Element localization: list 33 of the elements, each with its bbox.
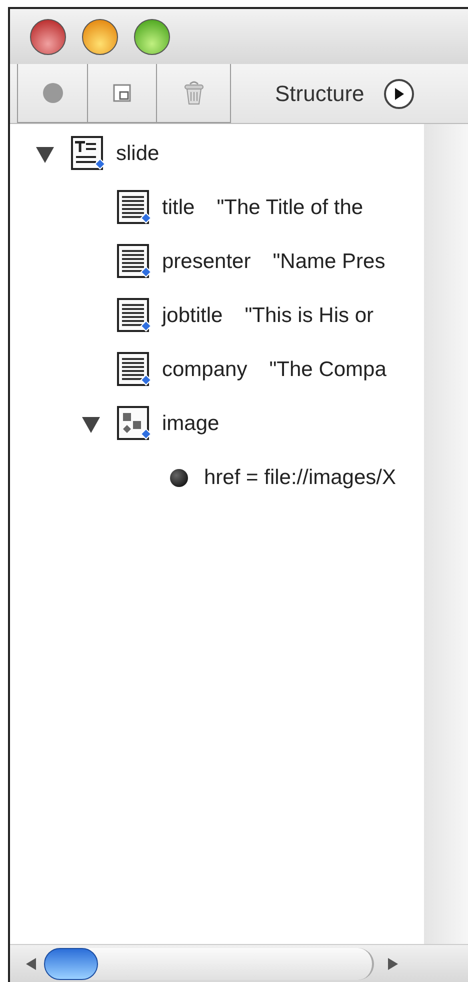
trash-icon: [182, 80, 204, 106]
structure-label: Structure: [275, 80, 364, 108]
tree-row[interactable]: company "The Compa: [10, 343, 424, 397]
tree-row[interactable]: presenter "Name Pres: [10, 235, 424, 289]
tree-row[interactable]: title "The Title of the: [10, 181, 424, 235]
node-name: company: [162, 357, 248, 384]
node-value: "This is His or: [244, 303, 374, 330]
tree-row[interactable]: image: [10, 397, 424, 451]
bullet-icon: [170, 469, 188, 487]
zoom-button[interactable]: [134, 18, 170, 54]
tree-row[interactable]: slide: [10, 127, 424, 181]
play-button[interactable]: [384, 78, 414, 108]
node-name: href = file://images/X: [204, 465, 396, 492]
node-name: presenter: [162, 249, 251, 276]
minimize-button[interactable]: [82, 18, 118, 54]
trash-button[interactable]: [157, 64, 231, 123]
left-arrow-icon[interactable]: [24, 956, 38, 970]
play-icon: [393, 86, 406, 100]
window-icon: [112, 83, 132, 103]
node-value: "The Title of the: [216, 195, 364, 222]
node-value: "Name Pres: [272, 249, 386, 276]
scroll-thumb[interactable]: [44, 948, 98, 980]
window-button[interactable]: [88, 64, 157, 123]
record-button[interactable]: [18, 64, 88, 123]
node-name: title: [162, 195, 195, 222]
tree-row[interactable]: href = file://images/X: [10, 451, 424, 505]
close-button[interactable]: [30, 18, 66, 54]
node-value: "The Compa: [269, 357, 386, 384]
node-name: jobtitle: [162, 303, 223, 330]
right-arrow-icon[interactable]: [386, 956, 400, 970]
tree-row[interactable]: jobtitle "This is His or: [10, 289, 424, 343]
node-name: image: [162, 411, 220, 438]
node-name: slide: [116, 141, 160, 168]
